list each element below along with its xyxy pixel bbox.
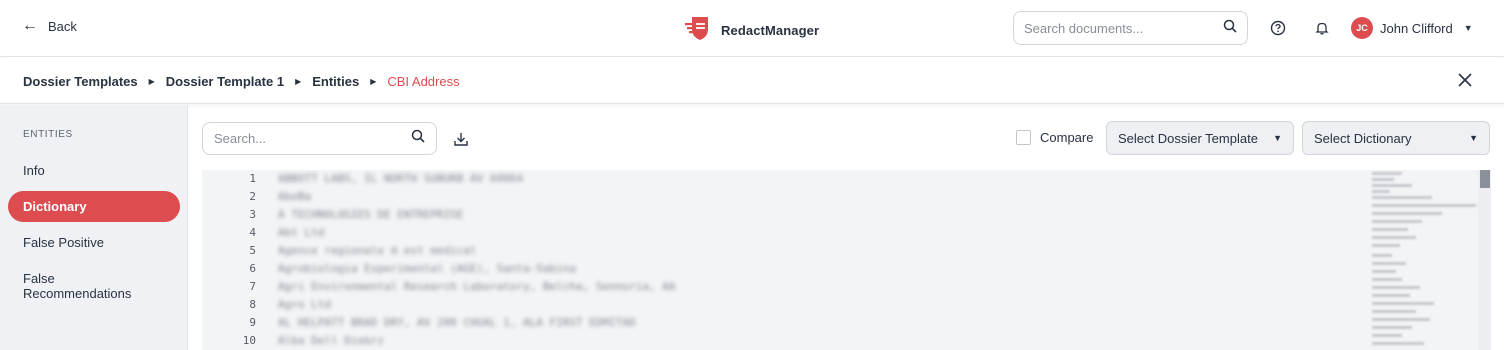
line-number: 2	[249, 190, 256, 203]
breadcrumb-bar: Dossier Templates ▶ Dossier Template 1 ▶…	[0, 57, 1504, 104]
brand-name: RedactManager	[721, 23, 820, 38]
sidebar: ENTITIES Info Dictionary False Positive …	[0, 105, 188, 350]
breadcrumb-dossier-templates[interactable]: Dossier Templates	[23, 74, 138, 89]
editor-line[interactable]: 10 Alba Dell Diebrz	[202, 332, 1362, 350]
editor-line[interactable]: 9 AL HELPATT BRAD DRY, AV 200 CHUAL 1, A…	[202, 314, 1362, 332]
editor-line[interactable]: 7 Agri Environmental Research Laboratory…	[202, 278, 1362, 296]
close-icon[interactable]	[1455, 70, 1475, 90]
notifications-bell-icon[interactable]	[1312, 18, 1332, 38]
sidebar-item-false-positive[interactable]: False Positive	[8, 235, 180, 250]
line-number: 5	[249, 244, 256, 257]
dictionary-search-input[interactable]	[214, 131, 411, 146]
top-header: ← Back RedactManager JC John Clifford	[0, 0, 1504, 57]
editor-line[interactable]: 1 ABBOTT LABS, IL NORTH SUBURB AV 60064	[202, 170, 1362, 188]
select-dictionary-label: Select Dictionary	[1314, 130, 1412, 146]
search-icon[interactable]	[411, 129, 425, 148]
breadcrumb: Dossier Templates ▶ Dossier Template 1 ▶…	[23, 74, 460, 89]
search-icon[interactable]	[1223, 19, 1237, 38]
breadcrumb-dossier-template-1[interactable]: Dossier Template 1	[166, 74, 284, 89]
line-text[interactable]: ABBOTT LABS, IL NORTH SUBURB AV 60064	[278, 170, 523, 188]
back-button[interactable]: ← Back	[22, 18, 77, 34]
breadcrumb-entities[interactable]: Entities	[312, 74, 359, 89]
line-number: 6	[249, 262, 256, 275]
document-search-input[interactable]	[1024, 20, 1223, 36]
line-text[interactable]: Agri Environmental Research Laboratory, …	[278, 278, 675, 296]
breadcrumb-current: CBI Address	[387, 74, 460, 89]
line-number: 1	[249, 172, 256, 185]
line-number: 3	[249, 208, 256, 221]
line-text[interactable]: Agro Ltd	[278, 296, 331, 314]
sidebar-item-false-recommendations[interactable]: False Recommendations	[8, 271, 168, 301]
compare-label: Compare	[1040, 130, 1094, 145]
logo-icon	[684, 14, 712, 47]
editor-scrollbar[interactable]	[1478, 170, 1491, 350]
line-number: 9	[249, 316, 256, 329]
editor-line[interactable]: 4 Abt Ltd	[202, 224, 1362, 242]
select-dictionary[interactable]: Select Dictionary ▼	[1302, 121, 1490, 155]
scrollbar-thumb[interactable]	[1480, 170, 1490, 188]
editor-line[interactable]: 5 Agence regionale d est medical	[202, 242, 1362, 260]
editor-line[interactable]: 8 Agro Ltd	[202, 296, 1362, 314]
line-number: 7	[249, 280, 256, 293]
sidebar-title: ENTITIES	[23, 129, 73, 140]
sidebar-item-dictionary[interactable]: Dictionary	[8, 191, 180, 222]
line-number: 8	[249, 298, 256, 311]
line-number: 10	[242, 334, 256, 347]
line-text[interactable]: A TECHNOLOGIES DE ENTREPRISE	[278, 206, 463, 224]
dictionary-search[interactable]	[202, 122, 437, 155]
brand[interactable]: RedactManager	[684, 14, 819, 47]
line-text[interactable]: Agence regionale d est medical	[278, 242, 477, 260]
document-search[interactable]	[1013, 11, 1248, 45]
dictionary-editor[interactable]: 1 ABBOTT LABS, IL NORTH SUBURB AV 60064 …	[202, 170, 1491, 350]
caret-down-icon: ▼	[1273, 133, 1282, 143]
caret-down-icon: ▼	[1469, 133, 1478, 143]
help-icon[interactable]	[1268, 18, 1288, 38]
line-text[interactable]: AbeBa	[278, 188, 311, 206]
back-label: Back	[48, 18, 77, 34]
editor-line[interactable]: 2 AbeBa	[202, 188, 1362, 206]
chevron-right-icon: ▶	[295, 77, 302, 86]
compare-checkbox[interactable]	[1016, 130, 1031, 145]
sidebar-item-info[interactable]: Info	[8, 163, 180, 178]
editor-minimap[interactable]	[1368, 170, 1478, 350]
arrow-left-icon: ←	[22, 17, 38, 34]
select-dossier-template-label: Select Dossier Template	[1118, 130, 1258, 146]
user-menu[interactable]: JC John Clifford ▼	[1351, 17, 1473, 39]
editor-line[interactable]: 6 Agrobiologia Experimental (AGE), Santa…	[202, 260, 1362, 278]
chevron-right-icon: ▶	[148, 77, 155, 86]
line-text[interactable]: Alba Dell Diebrz	[278, 332, 384, 350]
user-name: John Clifford	[1380, 20, 1453, 36]
download-icon[interactable]	[451, 129, 471, 149]
line-text[interactable]: Abt Ltd	[278, 224, 324, 242]
line-number: 4	[249, 226, 256, 239]
compare-toggle[interactable]: Compare	[1016, 130, 1093, 145]
caret-down-icon: ▼	[1463, 23, 1473, 33]
chevron-right-icon: ▶	[370, 77, 377, 86]
line-text[interactable]: Agrobiologia Experimental (AGE), Santa-S…	[278, 260, 576, 278]
select-dossier-template[interactable]: Select Dossier Template ▼	[1106, 121, 1294, 155]
avatar: JC	[1351, 17, 1373, 39]
editor-line[interactable]: 3 A TECHNOLOGIES DE ENTREPRISE	[202, 206, 1362, 224]
line-text[interactable]: AL HELPATT BRAD DRY, AV 200 CHUAL 1, ALA…	[278, 314, 636, 332]
